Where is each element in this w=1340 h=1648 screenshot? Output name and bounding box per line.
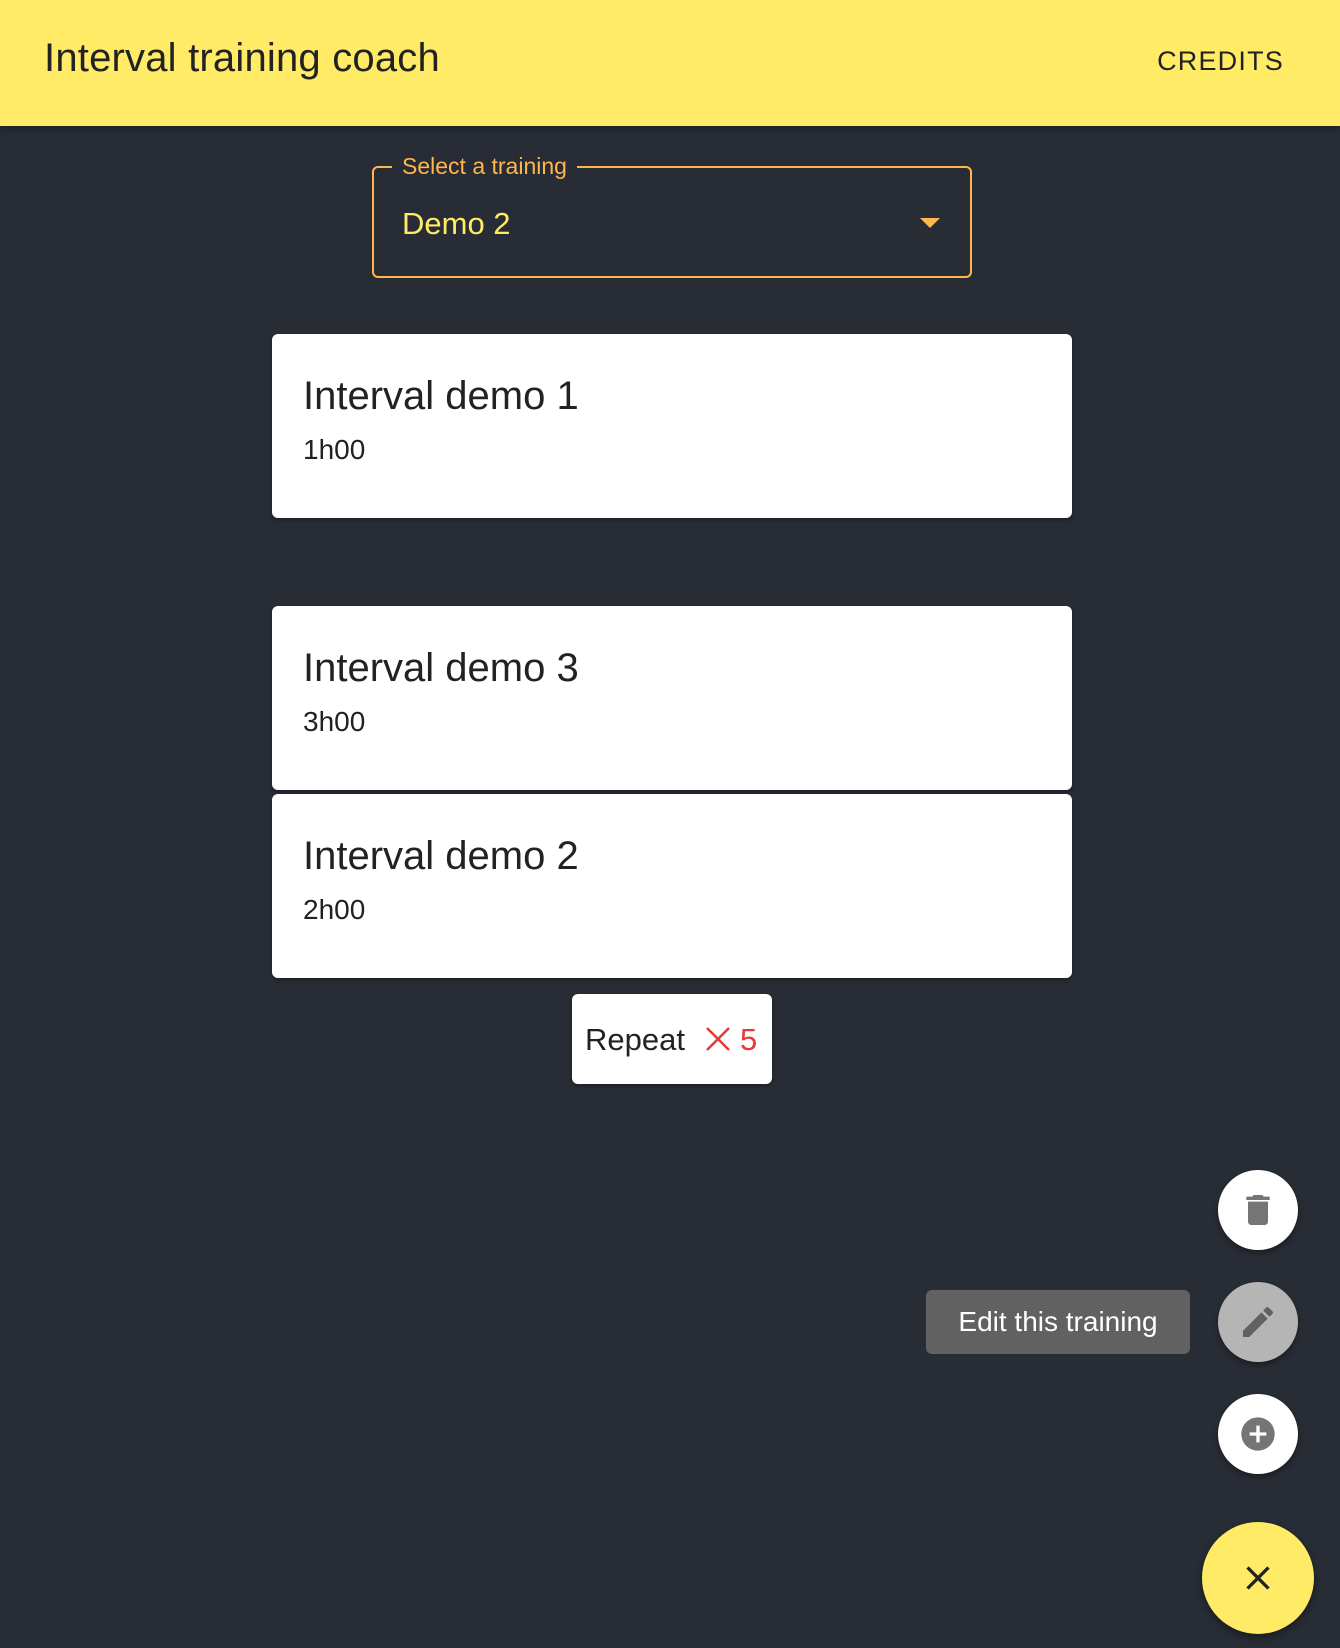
interval-card[interactable]: Interval demo 2 2h00 [272,794,1072,978]
training-select-label: Select a training [392,150,577,182]
trash-icon [1246,1195,1270,1225]
interval-duration: 2h00 [303,894,366,925]
training-select[interactable]: Select a training Demo 2 [372,150,972,278]
interval-duration: 3h00 [303,706,366,737]
repeat-count: 5 [740,1022,758,1057]
close-icon [706,1027,730,1051]
add-circle-icon [1241,1417,1275,1451]
interval-title: Interval demo 2 [303,834,579,878]
app-title: Interval training coach [44,36,440,80]
app-bar: Interval training coach CREDITS [0,0,1340,126]
pencil-icon [1243,1306,1274,1337]
credits-button[interactable]: CREDITS [1157,46,1284,77]
speed-dial-close-button[interactable] [1202,1522,1314,1634]
interval-card[interactable]: Interval demo 3 3h00 [272,606,1072,790]
edit-training-button[interactable] [1218,1282,1298,1362]
interval-title: Interval demo 3 [303,646,579,690]
add-interval-button[interactable] [1218,1394,1298,1474]
edit-tooltip: Edit this training [926,1290,1190,1354]
training-select-value: Demo 2 [402,206,511,241]
interval-duration: 1h00 [303,434,366,465]
repeat-block[interactable]: Repeat 5 [572,994,772,1084]
close-icon [1246,1566,1270,1590]
dropdown-arrow-icon [920,218,940,228]
repeat-label: Repeat [585,1022,685,1057]
interval-title: Interval demo 1 [303,374,579,418]
interval-card[interactable]: Interval demo 1 1h00 [272,334,1072,518]
delete-training-button[interactable] [1218,1170,1298,1250]
